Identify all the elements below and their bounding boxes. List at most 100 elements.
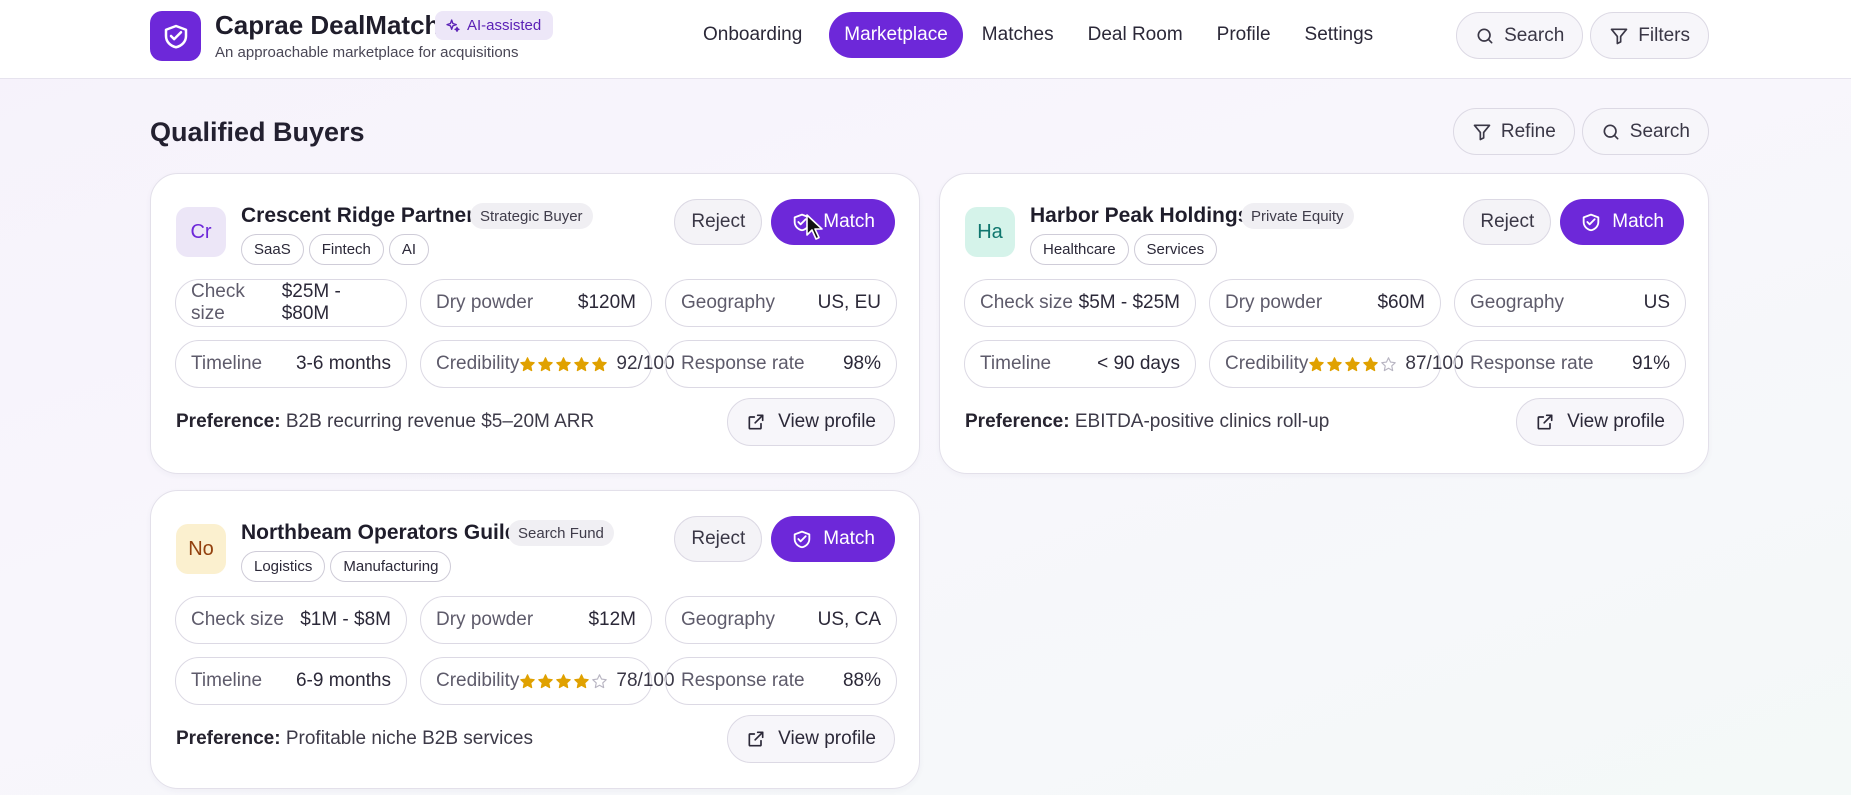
buyer-name[interactable]: Crescent Ridge Partners [241, 204, 486, 228]
stat-label: Dry powder [436, 292, 534, 313]
buyer-type-badge: Strategic Buyer [470, 203, 593, 229]
view-profile-button[interactable]: View profile [727, 715, 895, 763]
buyer-stats: Check size $25M - $80M Dry powder $120M Ge… [175, 279, 897, 388]
stat-value: 88% [842, 670, 881, 691]
reject-button[interactable]: Reject [674, 199, 763, 245]
nav-profile[interactable]: Profile [1204, 12, 1284, 58]
stat-value: $5M - $25M [1078, 292, 1180, 313]
stat-value: 3-6 months [295, 353, 391, 374]
match-button[interactable]: Match [771, 516, 895, 562]
star-filled-icon [556, 356, 572, 371]
app-logo[interactable] [150, 11, 201, 61]
buyer-avatar: Cr [176, 207, 226, 257]
star-filled-icon [556, 673, 572, 688]
star-filled-icon [1309, 356, 1325, 371]
stat-check-size: Check size $5M - $25M [964, 279, 1196, 327]
industry-tag: Fintech [308, 234, 384, 265]
nav-onboarding[interactable]: Onboarding [690, 12, 815, 58]
preference-text: EBITDA-positive clinics roll-up [1074, 411, 1330, 432]
buyer-avatar: Ha [965, 207, 1015, 257]
star-filled-icon [574, 673, 590, 688]
stat-label: Response rate [681, 670, 805, 691]
credibility-value: 78/100 [519, 670, 675, 692]
stat-timeline: Timeline 3-6 months [175, 340, 407, 388]
refine-label: Refine [1500, 120, 1556, 142]
preference-text: B2B recurring revenue $5–20M ARR [285, 411, 595, 432]
stat-value: US [1643, 292, 1670, 313]
nav-deal-room[interactable]: Deal Room [1075, 12, 1196, 58]
main-nav: Onboarding Marketplace Matches Deal Room… [690, 12, 1394, 58]
buyer-tags: SaaS Fintech AI [241, 234, 430, 265]
nav-marketplace[interactable]: Marketplace [829, 12, 963, 58]
stat-value: < 90 days [1097, 353, 1180, 374]
credibility-value: 92/100 [519, 353, 675, 375]
match-label: Match [823, 211, 875, 232]
star-filled-icon [592, 356, 608, 371]
star-filled-icon [538, 673, 554, 688]
external-link-icon [748, 731, 764, 747]
buyer-card: Ha Harbor Peak Holdings Private Equity H… [939, 173, 1709, 474]
preference-text: Profitable niche B2B services [285, 728, 533, 749]
reject-button[interactable]: Reject [674, 516, 763, 562]
industry-tag: Services [1133, 234, 1218, 265]
match-button[interactable]: Match [771, 199, 895, 245]
top-actions: Search Filters [1456, 12, 1709, 59]
buyer-name[interactable]: Northbeam Operators Guild [241, 521, 518, 545]
nav-settings[interactable]: Settings [1292, 12, 1387, 58]
buyer-tags: Healthcare Services [1030, 234, 1218, 265]
stat-check-size: Check size $25M - $80M [175, 279, 407, 327]
reject-button[interactable]: Reject [1463, 199, 1552, 245]
ai-badge-label: AI-assisted [467, 17, 542, 34]
match-label: Match [1612, 211, 1664, 232]
buyer-type-badge: Search Fund [508, 520, 614, 546]
app-title: Caprae DealMatch [215, 10, 441, 40]
stat-value: $60M [1377, 292, 1425, 313]
star-filled-icon [520, 673, 536, 688]
handshake-icon [794, 530, 811, 549]
buyer-stats: Check size $5M - $25M Dry powder $60M Geog… [964, 279, 1686, 388]
stat-label: Response rate [1470, 353, 1594, 374]
star-rating [519, 673, 608, 690]
buyer-name[interactable]: Harbor Peak Holdings [1030, 204, 1249, 228]
industry-tag: Healthcare [1030, 234, 1129, 265]
stat-label: Geography [681, 609, 776, 630]
stat-timeline: Timeline 6-9 months [175, 657, 407, 705]
refine-button[interactable]: Refine [1452, 108, 1575, 155]
stat-credibility: Credibility 78/100 [420, 657, 675, 705]
nav-matches[interactable]: Matches [969, 12, 1067, 58]
page-actions: Refine Search [1452, 108, 1709, 155]
stat-label: Check size [191, 281, 245, 324]
stat-response-rate: Response rate 98% [665, 340, 897, 388]
industry-tag: Manufacturing [330, 551, 452, 582]
page-search-button[interactable]: Search [1581, 108, 1709, 155]
star-rating [1308, 356, 1397, 373]
handshake-icon [1583, 213, 1600, 232]
stat-timeline: Timeline < 90 days [964, 340, 1196, 388]
buyer-preference: Preference: EBITDA-positive clinics roll… [965, 411, 1329, 433]
star-filled-icon [520, 356, 536, 371]
stat-value: 6-9 months [295, 670, 391, 691]
reject-label: Reject [1480, 211, 1535, 232]
reject-label: Reject [691, 528, 746, 549]
top-search-button[interactable]: Search [1456, 12, 1584, 59]
stat-check-size: Check size $1M - $8M [175, 596, 407, 644]
stat-label: Timeline [980, 353, 1052, 374]
stat-dry-powder: Dry powder $60M [1209, 279, 1441, 327]
stat-value: $120M [577, 292, 636, 313]
stat-response-rate: Response rate 91% [1454, 340, 1686, 388]
view-profile-button[interactable]: View profile [727, 398, 895, 446]
stat-value: US, EU [817, 292, 881, 313]
stat-label: Credibility [436, 670, 520, 691]
reject-label: Reject [691, 211, 746, 232]
match-button[interactable]: Match [1560, 199, 1684, 245]
stat-label: Check size [191, 609, 284, 630]
view-profile-label: View profile [778, 728, 876, 749]
star-filled-icon [1327, 356, 1343, 371]
view-profile-button[interactable]: View profile [1516, 398, 1684, 446]
top-filters-button[interactable]: Filters [1590, 12, 1709, 59]
stat-geography: Geography US, CA [665, 596, 897, 644]
credibility-value: 87/100 [1308, 353, 1464, 375]
star-empty-icon [592, 673, 608, 688]
top-bar: Caprae DealMatch AI-assisted An approach… [0, 0, 1851, 79]
stat-label: Dry powder [436, 609, 534, 630]
